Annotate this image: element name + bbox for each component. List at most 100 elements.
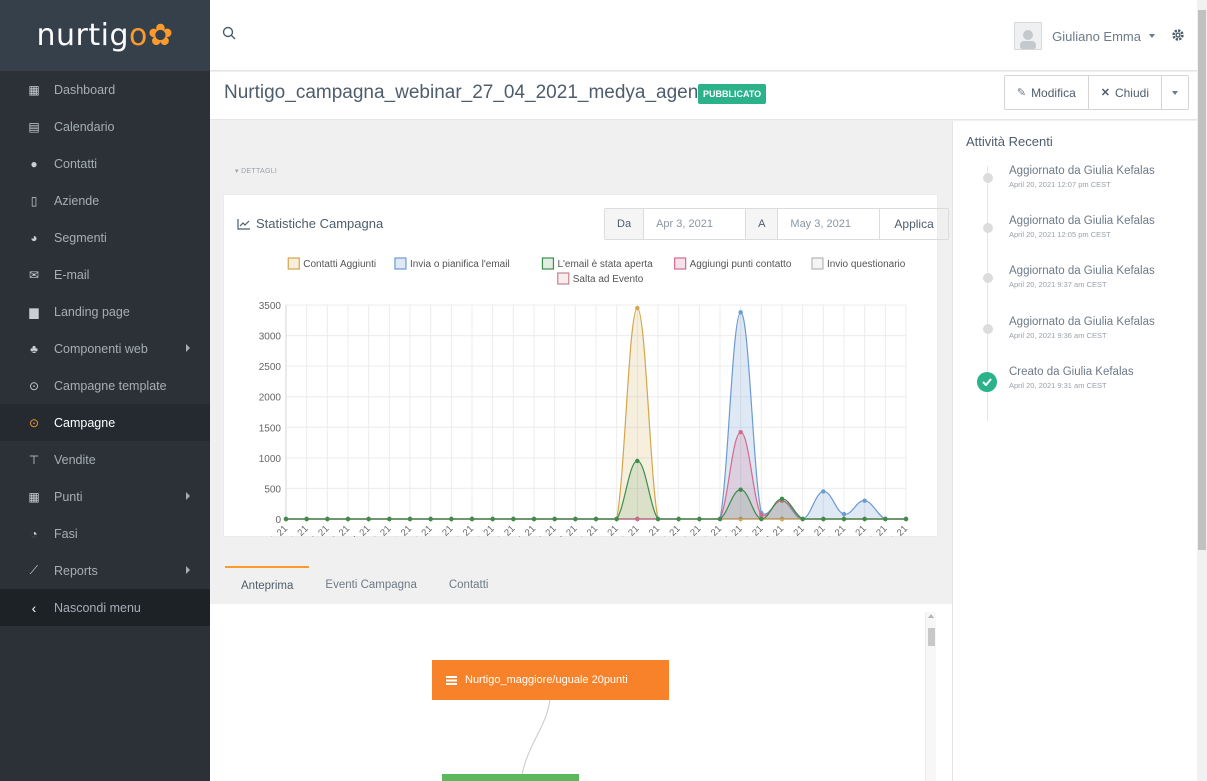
page-header: Nurtigo_campagna_webinar_27_04_2021_medy… <box>210 72 1197 120</box>
data-point <box>717 516 723 522</box>
sidebar-item-fasi[interactable]: ◔ Fasi <box>0 515 210 552</box>
details-toggle[interactable]: ▾ DETTAGLI <box>235 167 277 175</box>
data-point <box>635 305 640 311</box>
data-point <box>345 516 351 522</box>
data-point <box>903 516 909 522</box>
sidebar-item-campagne-template[interactable]: ⊙ Campagne template <box>0 367 210 404</box>
campaign-stats-chart: Contatti Aggiunti Invia o pianifica l'ema… <box>255 257 910 537</box>
data-point <box>428 516 433 522</box>
tab-contatti[interactable]: Contatti <box>433 566 505 604</box>
legend-swatch <box>557 272 570 285</box>
data-point <box>821 516 826 522</box>
edit-button[interactable]: ✎ Modifica <box>1005 76 1089 109</box>
x-tick-label: Apr 3, 21 <box>255 523 290 537</box>
stats-panel: Statistiche Campagna Da Apr 3, 2021 A Ma… <box>223 194 949 537</box>
scroll-thumb[interactable] <box>928 628 935 646</box>
line-chart-icon: ⟋ <box>29 563 39 577</box>
data-point <box>883 516 888 522</box>
gear-icon[interactable] <box>1171 28 1185 42</box>
logo-area: nurtigo✿ <box>0 0 210 71</box>
user-name: Giuliano Emma <box>1052 28 1141 44</box>
user-menu[interactable]: Giuliano Emma <box>1014 22 1155 50</box>
date-from-label: Da <box>605 209 645 239</box>
topbar: Giuliano Emma <box>210 0 1197 71</box>
data-point <box>800 516 805 522</box>
sidebar-item-nascondi-menu[interactable]: ‹ Nascondi menu <box>0 589 210 626</box>
edit-icon: ✎ <box>1016 87 1027 99</box>
sidebar-item-dashboard[interactable]: ▦ Dashboard <box>0 71 210 108</box>
node-connector <box>521 700 551 775</box>
calculator-icon: ▦ <box>28 489 40 504</box>
clock-icon: ⊙ <box>28 378 40 393</box>
sidebar-item-email[interactable]: ✉ E-mail <box>0 256 210 293</box>
legend-swatch <box>394 257 407 270</box>
search-icon[interactable] <box>222 26 236 40</box>
caret-down-icon <box>1172 90 1178 95</box>
date-range-bar: Da Apr 3, 2021 A May 3, 2021 Applica <box>604 208 949 240</box>
data-point <box>573 516 578 522</box>
sidebar-item-calendario[interactable]: ▤ Calendario <box>0 108 210 145</box>
pie-chart-icon: ◕ <box>30 230 38 245</box>
sidebar-nav: ▦ Dashboard ▤ Calendario ● Contatti ▯ Aziend… <box>0 71 210 626</box>
tab-eventi-campagna[interactable]: Eventi Campagna <box>309 566 432 604</box>
data-point <box>407 516 413 522</box>
data-point <box>283 516 289 522</box>
caret-down-icon <box>1149 34 1155 38</box>
campaign-node-segment[interactable]: Nurtigo_maggiore/uguale 20punti <box>432 660 669 700</box>
line-chart-icon <box>237 218 250 230</box>
legend-label: Invia o pianifica l'email <box>410 259 510 270</box>
file-icon: ▆ <box>29 304 39 319</box>
campaign-node-action[interactable] <box>442 774 579 781</box>
legend-swatch <box>287 257 300 270</box>
logo-gear-icon: ✿ <box>147 18 174 53</box>
avatar-silhouette-icon <box>1020 30 1037 49</box>
dashboard-icon: ▦ <box>28 82 40 97</box>
page-scrollbar[interactable] <box>1197 0 1207 781</box>
sidebar-item-segmenti[interactable]: ◕ Segmenti <box>0 219 210 256</box>
data-point <box>655 516 661 522</box>
caret-right-icon <box>186 344 190 352</box>
data-point <box>635 458 640 464</box>
scroll-up-arrow-icon[interactable] <box>928 614 934 618</box>
data-point <box>325 516 330 522</box>
cart-icon: ⊤ <box>28 452 40 467</box>
data-point <box>614 516 619 522</box>
y-tick-label: 2500 <box>259 362 282 373</box>
user-icon: ● <box>30 156 38 171</box>
sidebar-item-aziende[interactable]: ▯ Aziende <box>0 182 210 219</box>
page-title: Nurtigo_campagna_webinar_27_04_2021_medy… <box>224 82 718 103</box>
tab-anteprima[interactable]: Anteprima <box>225 566 310 604</box>
sidebar-item-landing-page[interactable]: ▆ Landing page <box>0 293 210 330</box>
sidebar-item-vendite[interactable]: ⊤ Vendite <box>0 441 210 478</box>
logo[interactable]: nurtigo✿ <box>36 18 173 53</box>
data-point <box>738 429 743 435</box>
envelope-icon: ✉ <box>28 267 40 282</box>
sidebar-item-contatti[interactable]: ● Contatti <box>0 145 210 182</box>
apply-button[interactable]: Applica <box>880 209 947 239</box>
campaign-preview: Nurtigo_maggiore/uguale 20punti <box>210 604 952 781</box>
y-tick-label: 1000 <box>259 454 282 465</box>
date-to-input[interactable]: May 3, 2021 <box>778 209 881 239</box>
tabs: Anteprima Eventi Campagna Contatti <box>225 566 504 604</box>
sidebar-item-punti[interactable]: ▦ Punti <box>0 478 210 515</box>
list-icon <box>446 675 457 685</box>
activity-item: Aggiornato da Giulia Kefalas April 20, 2… <box>953 265 1198 305</box>
close-icon: ✕ <box>1100 87 1110 99</box>
sidebar-item-componenti-web[interactable]: ♣ Componenti web <box>0 330 210 367</box>
y-tick-label: 2000 <box>259 393 282 404</box>
sidebar-item-campagne[interactable]: ⊙ Campagne <box>0 404 210 441</box>
avatar <box>1014 22 1043 50</box>
y-tick-label: 500 <box>264 484 281 495</box>
data-point <box>304 516 309 522</box>
sidebar-item-reports[interactable]: ⟋ Reports <box>0 552 210 589</box>
close-button[interactable]: ✕ Chiudi <box>1089 76 1162 109</box>
y-tick-label: 1500 <box>259 423 282 434</box>
chevron-left-icon: ‹ <box>31 599 37 616</box>
date-from-input[interactable]: Apr 3, 2021 <box>644 209 747 239</box>
legend-label: Contatti Aggiunti <box>303 259 376 270</box>
timeline-dot <box>983 324 993 334</box>
more-actions-button[interactable] <box>1162 76 1188 109</box>
preview-scrollbar[interactable] <box>925 612 936 781</box>
page-scroll-thumb[interactable] <box>1198 10 1206 550</box>
timeline-dot <box>983 273 993 283</box>
